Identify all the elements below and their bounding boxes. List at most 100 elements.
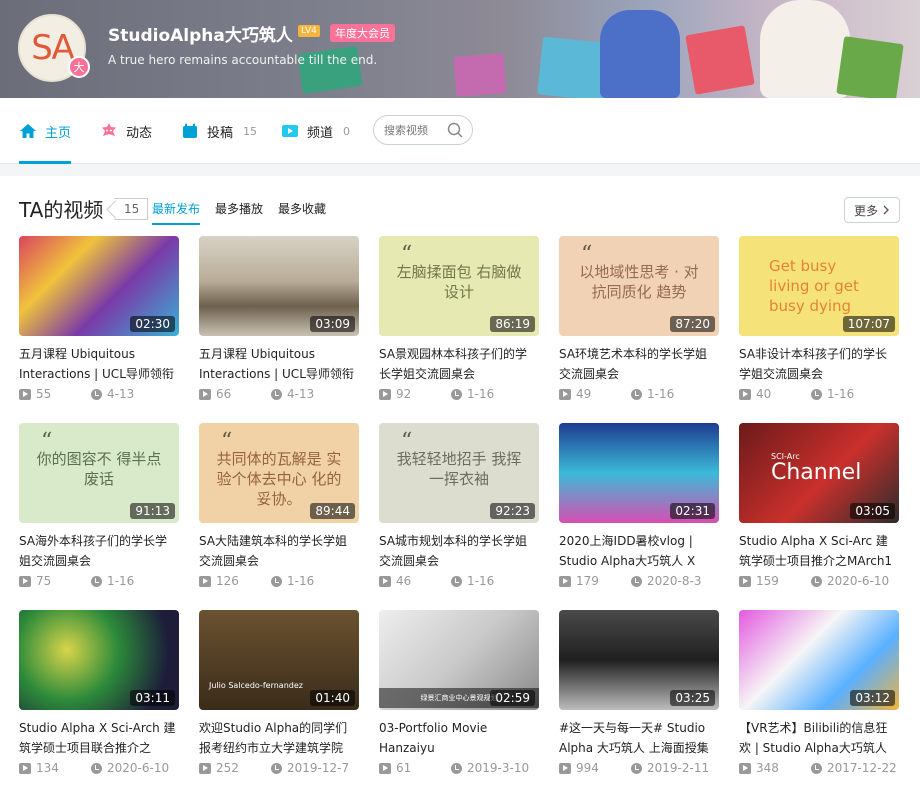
video-title[interactable]: #这一天与每一天# Studio Alpha 大巧筑人 上海面授集: [559, 718, 719, 758]
more-button[interactable]: 更多: [844, 197, 900, 223]
play-count: 994: [559, 761, 631, 775]
video-thumbnail[interactable]: 03:12: [739, 610, 899, 710]
video-card[interactable]: 绿景汇商业中心景观规划 02:59 03-Portfolio Movie Hanza…: [379, 610, 539, 776]
video-card[interactable]: 03:09 五月课程 Ubiquitous Interactions | UCL导…: [199, 236, 359, 402]
banner-gift: [685, 25, 755, 95]
video-card[interactable]: 03:11 Studio Alpha X Sci-Arch 建筑学硕士项目联合推介…: [19, 610, 179, 776]
video-thumbnail[interactable]: 共同体的瓦解是 实验个体去中心 化的妥协。 “ 89:44: [199, 423, 359, 523]
upload-date-value: 2020-8-3: [647, 574, 702, 588]
video-duration: 02:30: [130, 316, 175, 332]
avatar[interactable]: SA 大: [18, 14, 90, 82]
tab-home[interactable]: 主页: [19, 98, 72, 164]
clock-icon: [811, 575, 822, 587]
video-title[interactable]: SA景观园林本科孩子们的学长学姐交流圆桌会: [379, 344, 539, 384]
video-title[interactable]: 【VR艺术】Bilibili的信息狂欢 | Studio Alpha大巧筑人 港…: [739, 718, 899, 758]
tab-channels[interactable]: 频道 0: [281, 98, 350, 164]
tab-most-favorited[interactable]: 最多收藏: [278, 200, 326, 217]
video-title[interactable]: 2020上海IDD暑校vlog | Studio Alpha大巧筑人 X Sci…: [559, 531, 719, 571]
video-thumbnail[interactable]: Channel SCI-Arc 03:05: [739, 423, 899, 523]
video-duration: 03:11: [130, 690, 175, 706]
tab-latest[interactable]: 最新发布: [152, 200, 201, 225]
tab-channels-label: 频道: [307, 125, 334, 141]
play-icon: [559, 575, 571, 587]
play-count-value: 994: [576, 761, 599, 775]
video-title[interactable]: SA环境艺术本科的学长学姐交流圆桌会: [559, 344, 719, 384]
video-duration: 02:59: [490, 690, 535, 706]
quote-mark-icon: “: [401, 242, 413, 267]
video-card[interactable]: 02:31 2020上海IDD暑校vlog | Studio Alpha大巧筑人 …: [559, 423, 719, 589]
video-thumbnail[interactable]: 02:31: [559, 423, 719, 523]
play-icon: [379, 388, 391, 400]
video-thumbnail[interactable]: 以地域性思考 · 对抗同质化 趋势 “ 87:20: [559, 236, 719, 336]
thumbnail-text: 以地域性思考 · 对抗同质化 趋势: [579, 263, 699, 301]
video-title[interactable]: Studio Alpha X Sci-Arc 建筑学硕士项目推介之MArch1: [739, 531, 899, 571]
video-card[interactable]: 02:30 五月课程 Ubiquitous Interactions | UCL导…: [19, 236, 179, 402]
user-name: StudioAlpha大巧筑人: [108, 26, 293, 46]
video-thumbnail[interactable]: 03:11: [19, 610, 179, 710]
video-card[interactable]: 我轻轻地招手 我挥一挥衣袖 “ 92:23 SA城市规划本科的学长学姐交流圆桌会 46 1…: [379, 423, 539, 589]
section-divider: [0, 164, 920, 176]
video-title[interactable]: SA海外本科孩子们的学长学姐交流圆桌会: [19, 531, 179, 571]
play-count-value: 66: [216, 387, 232, 401]
video-meta: 55 4-13: [19, 386, 179, 402]
profile-banner: SA 大 StudioAlpha大巧筑人 LV4 年度大会员 A true he…: [0, 0, 920, 98]
video-title[interactable]: SA城市规划本科的学长学姐交流圆桌会: [379, 531, 539, 571]
video-card[interactable]: 左脑揉面包 右脑做设计 “ 86:19 SA景观园林本科孩子们的学长学姐交流圆桌会 92…: [379, 236, 539, 402]
video-title[interactable]: SA非设计本科孩子们的学长学姐交流圆桌会: [739, 344, 899, 384]
video-duration: 89:44: [310, 503, 355, 519]
tab-dynamic[interactable]: 动态: [100, 98, 152, 164]
video-card[interactable]: 共同体的瓦解是 实验个体去中心 化的妥协。 “ 89:44 SA大陆建筑本科的学长学姐…: [199, 423, 359, 589]
video-card[interactable]: 以地域性思考 · 对抗同质化 趋势 “ 87:20 SA环境艺术本科的学长学姐交流圆桌…: [559, 236, 719, 402]
upload-date-value: 2019-12-7: [287, 761, 350, 775]
section-title: TA的视频: [19, 198, 104, 222]
clock-icon: [91, 388, 102, 400]
video-thumbnail[interactable]: 02:30: [19, 236, 179, 336]
clock-icon: [91, 762, 102, 774]
play-count: 49: [559, 387, 631, 401]
banner-character: [600, 10, 680, 98]
video-card[interactable]: Channel SCI-Arc 03:05 Studio Alpha X Sci-Ar…: [739, 423, 899, 589]
clock-icon: [271, 388, 282, 400]
video-card[interactable]: 你的图容不 得半点废话 “ 91:13 SA海外本科孩子们的学长学姐交流圆桌会 75 1-…: [19, 423, 179, 589]
upload-date: 1-16: [631, 387, 674, 401]
clock-icon: [631, 575, 642, 587]
play-icon: [199, 762, 211, 774]
search-icon[interactable]: [447, 122, 463, 138]
video-title[interactable]: Studio Alpha X Sci-Arch 建筑学硕士项目联合推介之: [19, 718, 179, 758]
video-card[interactable]: Get busy living or get busy dying 107:07 S…: [739, 236, 899, 402]
tab-most-played[interactable]: 最多播放: [215, 200, 263, 217]
video-thumbnail[interactable]: 绿景汇商业中心景观规划 02:59: [379, 610, 539, 710]
play-count: 134: [19, 761, 91, 775]
video-meta: 40 1-16: [739, 386, 899, 402]
video-title[interactable]: 五月课程 Ubiquitous Interactions | UCL导师领衔: [19, 344, 179, 384]
video-thumbnail[interactable]: 03:09: [199, 236, 359, 336]
video-card[interactable]: 03:12 【VR艺术】Bilibili的信息狂欢 | Studio Alpha大…: [739, 610, 899, 776]
upload-date: 2019-2-11: [631, 761, 709, 775]
video-meta: 994 2019-2-11: [559, 760, 719, 776]
tab-uploads-count: 15: [243, 124, 258, 138]
video-title[interactable]: 欢迎Studio Alpha的同学们报考纽约市立大学建筑学院: [199, 718, 359, 758]
video-title[interactable]: SA大陆建筑本科的学长学姐交流圆桌会: [199, 531, 359, 571]
video-meta: 252 2019-12-7: [199, 760, 359, 776]
search-input[interactable]: [384, 123, 446, 137]
search-box: [373, 115, 473, 145]
play-count-value: 252: [216, 761, 239, 775]
video-thumbnail[interactable]: 03:25: [559, 610, 719, 710]
channel-icon: [282, 125, 298, 137]
video-thumbnail[interactable]: 你的图容不 得半点废话 “ 91:13: [19, 423, 179, 523]
video-title[interactable]: 03-Portfolio Movie Hanzaiyu: [379, 718, 539, 758]
video-card[interactable]: 03:25 #这一天与每一天# Studio Alpha 大巧筑人 上海面授集 99…: [559, 610, 719, 776]
video-thumbnail[interactable]: Get busy living or get busy dying 107:07: [739, 236, 899, 336]
upload-date: 1-16: [451, 574, 494, 588]
video-thumbnail[interactable]: 左脑揉面包 右脑做设计 “ 86:19: [379, 236, 539, 336]
video-duration: 87:20: [670, 316, 715, 332]
upload-date-value: 1-16: [647, 387, 675, 401]
play-count: 61: [379, 761, 451, 775]
video-thumbnail[interactable]: 我轻轻地招手 我挥一挥衣袖 “ 92:23: [379, 423, 539, 523]
video-thumbnail[interactable]: Julio Salcedo-fernandez 01:40: [199, 610, 359, 710]
video-card[interactable]: Julio Salcedo-fernandez 01:40 欢迎Studio Alp…: [199, 610, 359, 776]
uploads-icon: [183, 123, 197, 138]
thumbnail-text: Get busy living or get busy dying: [769, 257, 859, 315]
tab-uploads[interactable]: 投稿 15: [181, 98, 257, 164]
video-title[interactable]: 五月课程 Ubiquitous Interactions | UCL导师领衔: [199, 344, 359, 384]
